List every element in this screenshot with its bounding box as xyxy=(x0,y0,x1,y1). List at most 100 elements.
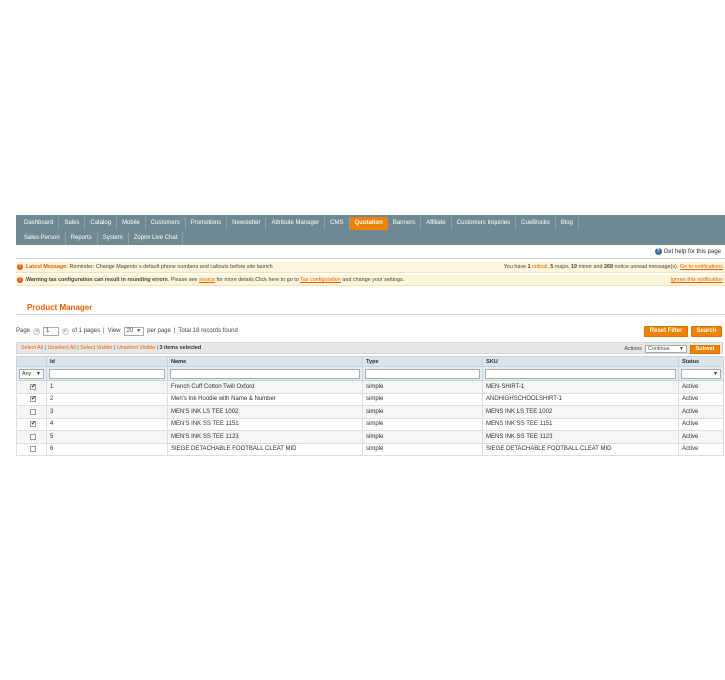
nav-item-catalog[interactable]: Catalog xyxy=(85,217,118,230)
grid-filter-row: Any ▼ ▼ xyxy=(16,366,724,381)
cell-id: 2 xyxy=(46,393,168,406)
help-label: Get help for this page xyxy=(663,248,721,255)
latest-message-label: Latest Message: xyxy=(26,264,68,270)
of-pages-text: of 1 pages xyxy=(72,328,101,334)
cell-name: MEN'S INK SS TEE 1123 xyxy=(167,430,363,444)
table-row[interactable]: ✔ 2 Men's Ink Hoodie with Name & Number sim… xyxy=(16,393,724,406)
nav-item-newsletter[interactable]: Newsletter xyxy=(227,217,267,230)
row-checkbox[interactable] xyxy=(30,408,36,415)
search-button[interactable]: Search xyxy=(691,326,722,337)
header-name[interactable]: Name xyxy=(167,356,363,367)
cell-name: MEN'S INK LS TEE 1002 xyxy=(167,405,363,419)
go-to-notifications-link[interactable]: Go to notifications xyxy=(680,264,723,270)
chevron-down-icon: ▼ xyxy=(713,370,718,377)
next-page-icon[interactable]: ▶ xyxy=(62,327,70,335)
table-row[interactable]: 6 SIEGE DETACHABLE FOOTBALL CLEAT MID simp… xyxy=(16,443,724,456)
name-filter-input[interactable] xyxy=(170,368,360,379)
nav-item-promotions[interactable]: Promotions xyxy=(186,217,228,230)
nav-item-cueblocks[interactable]: CueBlocks xyxy=(516,217,556,230)
row-checkbox[interactable] xyxy=(30,446,36,453)
submit-button[interactable]: Submit xyxy=(690,344,720,354)
nav-item-affiliate[interactable]: Affiliate xyxy=(421,217,452,230)
cell-name: MEN'S INK SS TEE 1151 xyxy=(167,418,363,431)
selected-count: 3 items selected xyxy=(159,345,202,351)
unselect-visible-link[interactable]: Unselect Visible xyxy=(117,345,155,351)
select-all-link[interactable]: Select All xyxy=(21,345,43,351)
page-title: Product Manager xyxy=(27,303,93,312)
cell-sku: MEN-SHIRT-1 xyxy=(482,380,679,394)
header-id[interactable]: Id xyxy=(46,356,168,367)
cell-name: Men's Ink Hoodie with Name & Number xyxy=(167,393,363,406)
row-checkbox[interactable] xyxy=(30,433,36,440)
select-visible-link[interactable]: Select Visible xyxy=(80,345,112,351)
row-checkbox[interactable]: ✔ xyxy=(30,383,36,390)
actions-select[interactable]: Continue ▼ xyxy=(645,345,687,353)
critical-link[interactable]: critical xyxy=(532,264,547,270)
tax-configuration-link[interactable]: Tax configuration xyxy=(300,277,341,283)
cell-status: Active xyxy=(678,443,724,456)
nav-item-zopim-live-chat[interactable]: Zopim Live Chat xyxy=(129,232,184,245)
cell-status: Active xyxy=(678,380,724,394)
nav-item-cms[interactable]: CMS xyxy=(325,217,350,230)
cell-status: Active xyxy=(678,405,724,419)
massaction-bar: Select All | Unselect All | Select Visib… xyxy=(16,342,723,354)
status-filter-select[interactable]: ▼ xyxy=(681,368,721,379)
cell-sku: ANDHIGHSCHOOLSHIRT-1 xyxy=(482,393,679,406)
nav-item-system[interactable]: System xyxy=(98,232,129,245)
table-row[interactable]: ✔ 4 MEN'S INK SS TEE 1151 simple MENS INK SS… xyxy=(16,418,724,431)
view-label: View xyxy=(107,328,121,334)
nav-item-sales-person[interactable]: Sales Person xyxy=(16,232,66,245)
cell-id: 4 xyxy=(46,418,168,431)
table-row[interactable]: 3 MEN'S INK LS TEE 1002 simple MENS INK LS … xyxy=(16,405,724,419)
grid-body: ✔ 1 French Cuff Cotton Twill Oxford simple M… xyxy=(16,380,724,456)
chevron-down-icon: ▼ xyxy=(36,370,41,377)
cell-type: simple xyxy=(362,443,483,456)
per-page-select[interactable]: 20 ▼ xyxy=(123,326,145,336)
nav-item-sales[interactable]: Sales xyxy=(59,217,86,230)
cell-status: Active xyxy=(678,430,724,444)
prev-page-icon[interactable]: ◀ xyxy=(33,327,41,335)
checkbox-filter-select[interactable]: Any ▼ xyxy=(19,368,44,379)
nav-item-banners[interactable]: Banners xyxy=(388,217,422,230)
sku-filter-input[interactable] xyxy=(485,368,676,379)
nav-item-customers[interactable]: Customers xyxy=(146,217,186,230)
page-label: Page xyxy=(16,328,31,334)
cell-sku: MENS INK SS TEE 1151 xyxy=(482,418,679,431)
cell-id: 5 xyxy=(46,430,168,444)
nav-item-attribute-manager[interactable]: Attribute Manager xyxy=(266,217,326,230)
row-checkbox[interactable]: ✔ xyxy=(30,396,36,403)
cell-id: 1 xyxy=(46,380,168,394)
latest-message-text: Reminder: Change Magento`s default phone… xyxy=(69,264,273,270)
unselect-all-link[interactable]: Unselect All xyxy=(48,345,76,351)
id-filter-input[interactable] xyxy=(49,368,165,379)
page-number-input[interactable]: 1 xyxy=(43,326,60,336)
nav-item-blog[interactable]: Blog xyxy=(556,217,579,230)
ignore-notification-link[interactable]: Ignore this notification xyxy=(671,275,723,286)
row-checkbox[interactable]: ✔ xyxy=(30,421,36,428)
help-bar: ? Get help for this page xyxy=(16,245,725,259)
product-grid: Id Name Type SKU Status Any ▼ ▼ ✔ 1 Fren… xyxy=(16,356,724,456)
records-count: Total 18 records found xyxy=(178,328,238,334)
header-sku[interactable]: SKU xyxy=(482,356,679,367)
nav-item-dashboard[interactable]: Dashboard xyxy=(16,217,60,230)
table-row[interactable]: ✔ 1 French Cuff Cotton Twill Oxford simple M… xyxy=(16,380,724,394)
alert-icon: ! xyxy=(17,277,23,283)
nav-item-quotation[interactable]: Quotation xyxy=(349,217,388,230)
header-type[interactable]: Type xyxy=(362,356,483,367)
type-filter-input[interactable] xyxy=(365,368,480,379)
reset-filter-button[interactable]: Reset Filter xyxy=(644,326,688,337)
source-link[interactable]: source xyxy=(199,277,215,283)
nav-item-customers-inquiries[interactable]: Customers Inquiries xyxy=(452,217,517,230)
nav-row-secondary: Sales Person Reports System Zopim Live Chat xyxy=(16,232,184,245)
pager: Page ◀ 1 ▶ of 1 pages | View 20 ▼ per pa… xyxy=(16,326,238,336)
table-row[interactable]: 5 MEN'S INK SS TEE 1123 simple MENS INK SS … xyxy=(16,430,724,444)
cell-sku: SIEGE DETACHABLE FOOTBALL CLEAT MID xyxy=(482,443,679,456)
nav-item-reports[interactable]: Reports xyxy=(66,232,98,245)
help-link[interactable]: ? Get help for this page xyxy=(654,248,721,255)
header-status[interactable]: Status xyxy=(678,356,724,367)
nav-item-mobile[interactable]: Mobile xyxy=(117,217,146,230)
title-divider xyxy=(16,314,725,315)
cell-type: simple xyxy=(362,405,483,419)
cell-type: simple xyxy=(362,418,483,431)
cell-type: simple xyxy=(362,380,483,394)
